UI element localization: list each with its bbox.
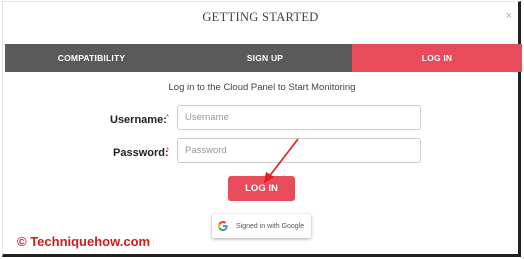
close-icon[interactable]: × [506, 10, 512, 22]
google-sign-in-button[interactable]: Signed in with Google [212, 214, 311, 238]
username-required-mark: * [166, 113, 170, 122]
password-label: Password: [113, 147, 169, 159]
username-label: Username: [110, 114, 167, 126]
google-g-icon [218, 221, 228, 231]
tab-bar: COMPATIBILITY SIGN UP LOG IN [5, 44, 522, 72]
watermark: © Techniquehow.com [17, 234, 151, 249]
tab-log-in[interactable]: LOG IN [352, 44, 522, 72]
tab-compatibility[interactable]: COMPATIBILITY [5, 44, 178, 72]
password-required-mark: * [166, 146, 170, 155]
password-input[interactable] [177, 138, 421, 163]
tab-sign-up[interactable]: SIGN UP [178, 44, 352, 72]
log-in-button[interactable]: LOG IN [228, 176, 295, 201]
login-subtitle: Log in to the Cloud Panel to Start Monit… [168, 82, 356, 93]
modal-title: GETTING STARTED [202, 10, 319, 24]
username-input[interactable] [177, 105, 421, 130]
google-button-label: Signed in with Google [236, 222, 305, 230]
